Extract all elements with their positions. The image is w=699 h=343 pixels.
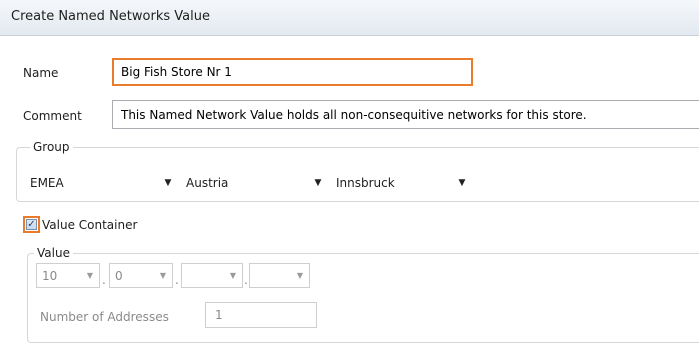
window-title: Create Named Networks Value (11, 9, 210, 24)
chevron-down-icon: ▼ (159, 271, 167, 280)
comment-input[interactable]: This Named Network Value holds all non-c… (112, 100, 699, 129)
octet-3-dropdown[interactable]: ▼ (181, 263, 243, 288)
group-legend: Group (30, 140, 73, 154)
chevron-down-icon: ▼ (296, 271, 304, 280)
checkmark-icon: ✓ (26, 218, 37, 230)
chevron-down-icon: ▼ (314, 178, 322, 188)
value-container-checkbox[interactable]: ✓ (23, 216, 40, 233)
city-dropdown-value: Innsbruck (336, 176, 395, 190)
country-dropdown[interactable]: Austria ▼ (180, 172, 326, 194)
octet-2-dropdown[interactable]: 0 ▼ (109, 263, 173, 288)
region-dropdown[interactable]: EMEA ▼ (24, 172, 176, 194)
country-dropdown-value: Austria (186, 176, 229, 190)
name-input[interactable]: Big Fish Store Nr 1 (112, 58, 473, 86)
octet-1-value: 10 (42, 268, 58, 283)
octet-1-dropdown[interactable]: 10 ▼ (36, 263, 100, 288)
name-label: Name (23, 66, 59, 80)
name-input-value: Big Fish Store Nr 1 (121, 65, 232, 79)
comment-input-value: This Named Network Value holds all non-c… (121, 107, 587, 122)
chevron-down-icon: ▼ (86, 271, 94, 280)
octet-separator: . (102, 273, 106, 287)
chevron-down-icon: ▼ (229, 271, 237, 280)
title-bar[interactable]: Create Named Networks Value (0, 0, 699, 36)
value-legend: Value (34, 246, 73, 260)
chevron-down-icon: ▼ (458, 178, 466, 188)
comment-label: Comment (23, 109, 82, 123)
city-dropdown[interactable]: Innsbruck ▼ (330, 172, 470, 194)
octet-separator: . (244, 273, 248, 287)
octet-2-value: 0 (115, 268, 123, 283)
number-of-addresses-label: Number of Addresses (40, 310, 169, 324)
region-dropdown-value: EMEA (30, 176, 64, 190)
number-of-addresses-value: 1 (215, 308, 223, 322)
octet-4-dropdown[interactable]: ▼ (249, 263, 310, 288)
octet-separator: . (175, 273, 179, 287)
number-of-addresses-input[interactable]: 1 (205, 302, 317, 328)
chevron-down-icon: ▼ (164, 178, 172, 188)
create-named-networks-value-dialog: Create Named Networks Value Name Big Fis… (0, 0, 699, 343)
value-container-label[interactable]: Value Container (42, 218, 137, 232)
